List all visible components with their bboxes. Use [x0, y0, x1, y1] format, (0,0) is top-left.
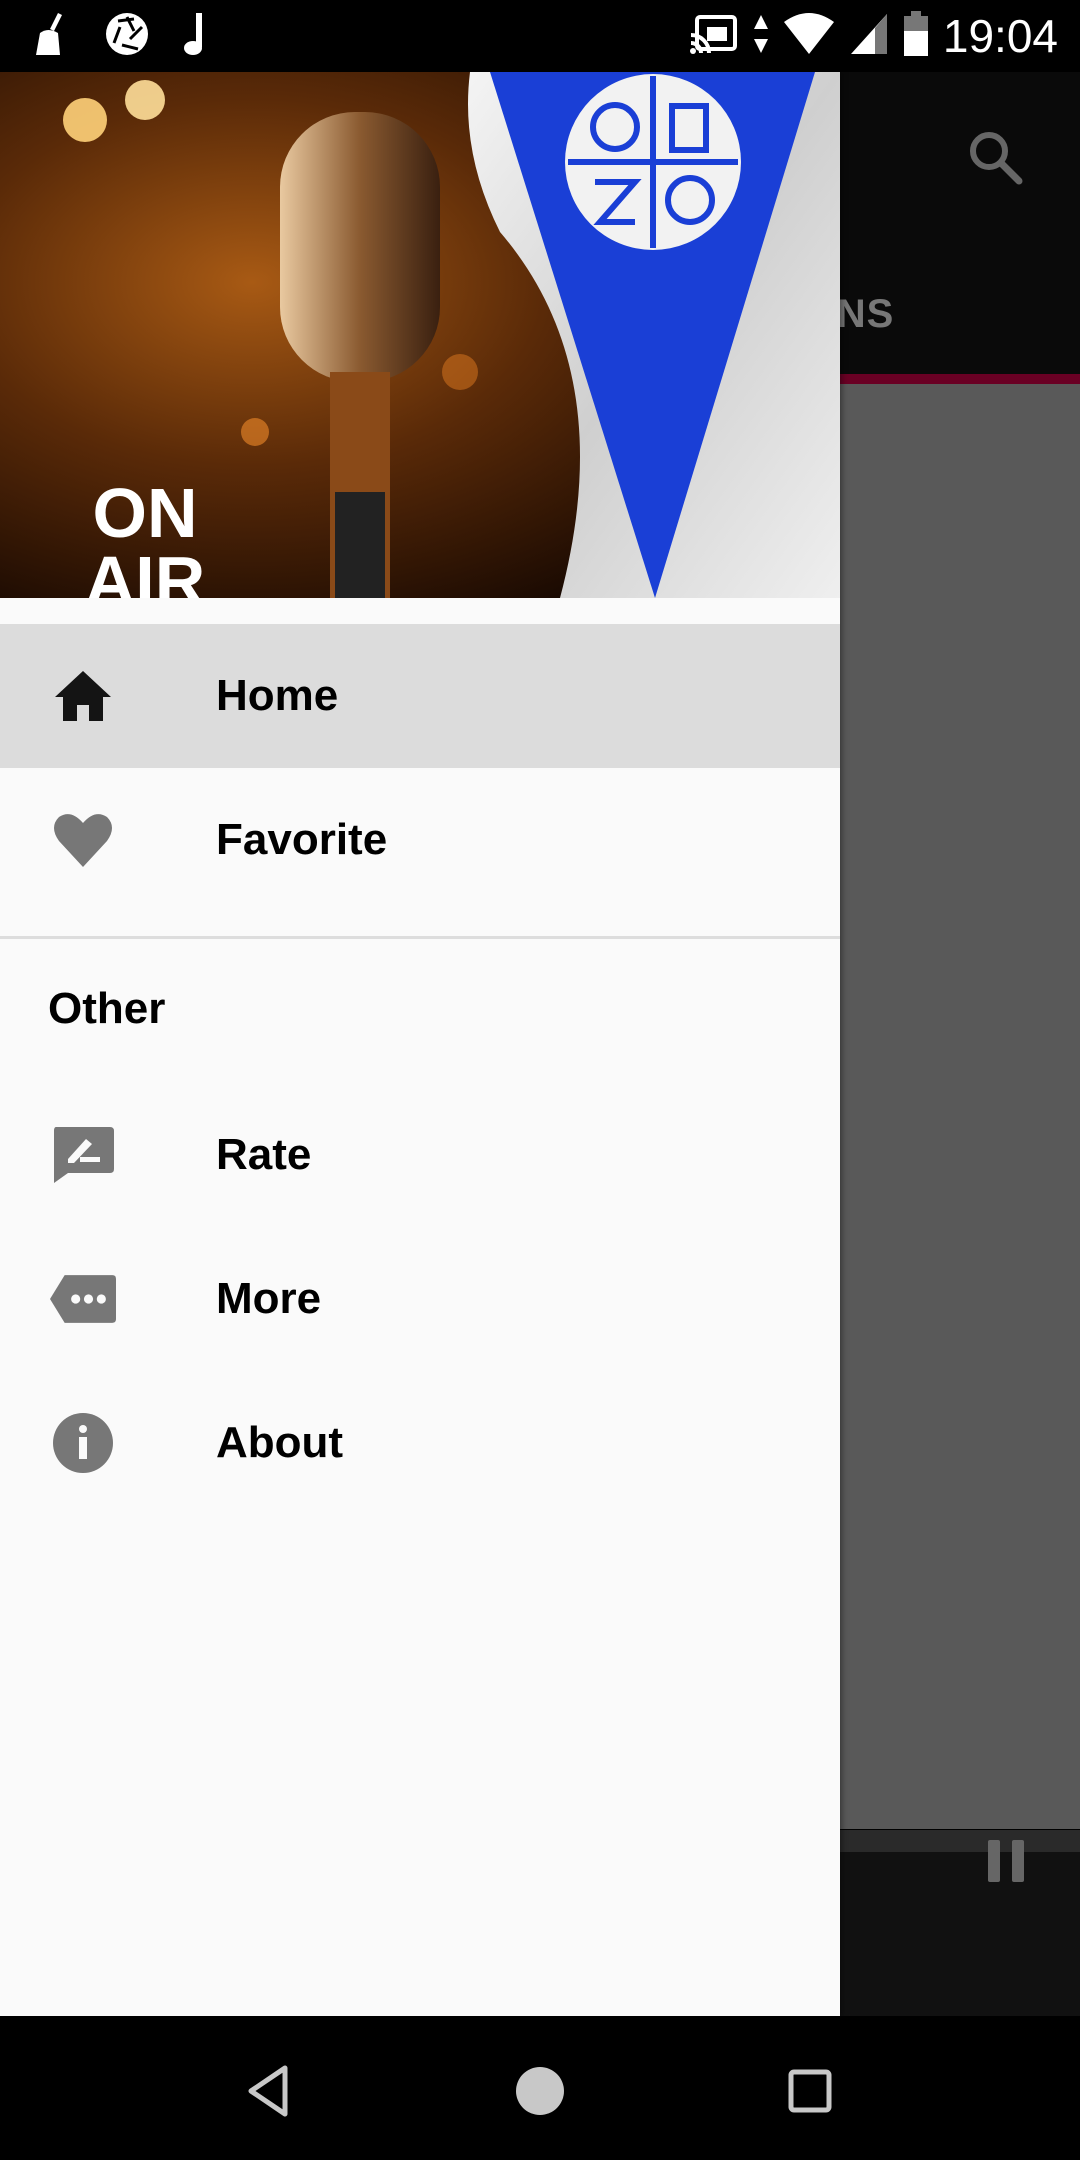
- music-note-icon: [180, 11, 210, 62]
- more-tag-icon: [50, 1266, 116, 1332]
- cast-icon: [689, 13, 739, 60]
- home-button[interactable]: [505, 2056, 575, 2126]
- wifi-icon: [783, 12, 835, 61]
- menu-item-rate[interactable]: Rate: [0, 1083, 840, 1227]
- clock: 19:04: [942, 10, 1058, 62]
- navigation-drawer: ON AIR Home Favorite Other Rate More Abo…: [0, 72, 840, 2016]
- data-arrows-icon: [753, 13, 769, 60]
- system-nav-bar: [0, 2016, 1080, 2160]
- cleaner-icon: [28, 11, 74, 62]
- drawer-header-image: ON AIR: [0, 72, 840, 598]
- menu-item-label: About: [216, 1418, 344, 1467]
- menu-item-label: Favorite: [216, 815, 388, 864]
- menu-item-home[interactable]: Home: [0, 624, 840, 768]
- signal-icon: [849, 12, 889, 61]
- header-text-air: AIR: [85, 542, 206, 598]
- menu-item-about[interactable]: About: [0, 1371, 840, 1515]
- bokeh-light: [63, 98, 107, 142]
- search-icon[interactable]: [965, 127, 1025, 192]
- home-icon: [50, 663, 116, 729]
- aperture-icon: [104, 11, 150, 62]
- menu-item-label: More: [216, 1274, 322, 1323]
- heart-icon: [50, 807, 116, 873]
- section-title-other: Other: [48, 984, 166, 1033]
- info-icon: [50, 1410, 116, 1476]
- menu-item-more[interactable]: More: [0, 1227, 840, 1371]
- recents-button[interactable]: [775, 2056, 845, 2126]
- rate-review-icon: [50, 1122, 116, 1188]
- back-button[interactable]: [235, 2056, 305, 2126]
- header-text-on: ON: [93, 474, 198, 552]
- menu-item-label: Home: [216, 671, 339, 720]
- menu-item-favorite[interactable]: Favorite: [0, 768, 840, 912]
- battery-icon: [903, 10, 929, 62]
- divider: [0, 936, 840, 939]
- status-bar: 19:04: [0, 0, 1080, 72]
- pause-icon[interactable]: [988, 1840, 1024, 1882]
- menu-item-label: Rate: [216, 1130, 312, 1179]
